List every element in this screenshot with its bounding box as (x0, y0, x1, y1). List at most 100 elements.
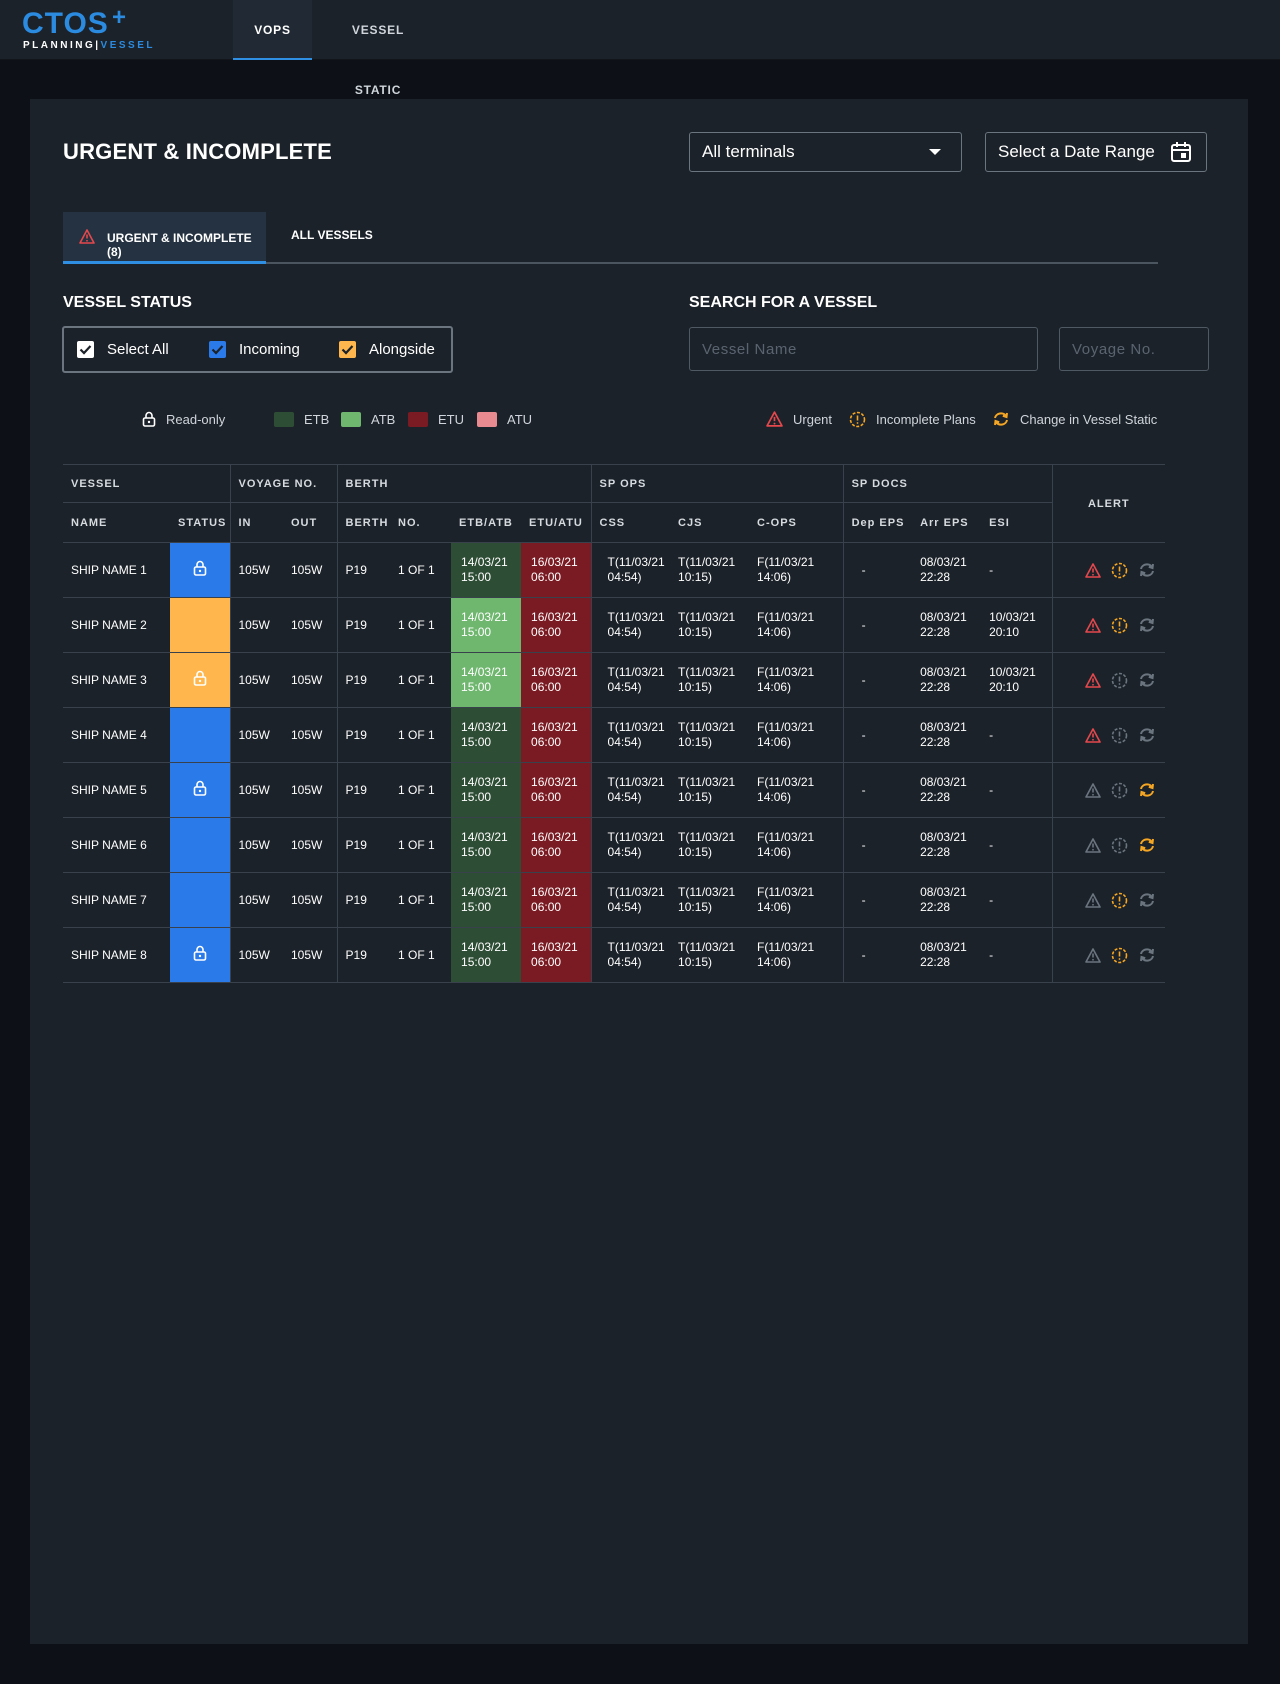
col-etb-atb[interactable]: ETB/ATB (451, 502, 522, 543)
col-arr-eps[interactable]: Arr EPS (912, 502, 982, 543)
c-ops-line2: 14:06) (757, 625, 792, 639)
cell-c-ops: F(11/03/21 14:06) (749, 597, 844, 653)
ctos-logo[interactable]: CTOS + PLANNING|VESSEL (22, 4, 152, 54)
table-row[interactable]: SHIP NAME 7 105W 105W P19 1 OF 1 14/03/21 15:0… (63, 872, 1166, 928)
change-alert-icon[interactable] (1138, 782, 1156, 798)
cell-name[interactable]: SHIP NAME 7 (63, 872, 170, 928)
etb-atb-line1: 14/03/21 (461, 665, 508, 679)
cell-name[interactable]: SHIP NAME 1 (63, 542, 170, 598)
cell-name[interactable]: SHIP NAME 6 (63, 817, 170, 873)
css-line2: 04:54) (607, 900, 642, 914)
cell-dep-eps: - (842, 817, 913, 873)
date-range-picker[interactable]: Select a Date Range (985, 132, 1207, 172)
cell-name[interactable]: SHIP NAME 5 (63, 762, 170, 818)
incomplete-alert-icon[interactable] (1111, 782, 1128, 799)
col-c-ops[interactable]: C-OPS (749, 502, 844, 543)
tab-urgent-incomplete[interactable]: URGENT & INCOMPLETE (8) (63, 212, 266, 264)
terminal-select[interactable]: All terminals (689, 132, 962, 172)
col-etu-atu[interactable]: ETU/ATU (521, 502, 592, 543)
cell-esi: - (981, 707, 1053, 763)
etb-atb-line1: 14/03/21 (461, 940, 508, 954)
incomplete-alert-icon[interactable] (1111, 672, 1128, 689)
cell-c-ops: F(11/03/21 14:06) (749, 652, 844, 708)
table-row[interactable]: SHIP NAME 5 105W 105W P19 1 OF 1 14/03/21 15:0… (63, 762, 1166, 818)
nav-tab-vessel-static[interactable]: VESSEL STATIC (330, 0, 426, 97)
urgent-alert-icon[interactable] (1084, 617, 1101, 633)
table-row[interactable]: SHIP NAME 6 105W 105W P19 1 OF 1 14/03/21 15:0… (63, 817, 1166, 873)
cell-out: 105W (283, 652, 338, 708)
cell-status (170, 597, 230, 653)
view-tabs: URGENT & INCOMPLETE (8) ALL VESSELS (63, 212, 1158, 264)
calendar-icon (1171, 142, 1191, 162)
table-row[interactable]: SHIP NAME 2 105W 105W P19 1 OF 1 14/03/21 15:0… (63, 597, 1166, 653)
cell-no: 1 OF 1 (390, 817, 452, 873)
urgent-alert-icon[interactable] (1084, 727, 1101, 743)
col-out[interactable]: OUT (283, 502, 338, 543)
check-icon (209, 341, 226, 358)
cell-name[interactable]: SHIP NAME 2 (63, 597, 170, 653)
cell-esi: - (981, 817, 1053, 873)
table-row[interactable]: SHIP NAME 1 105W 105W P19 1 OF 1 14/03/21 15:0… (63, 542, 1166, 598)
vessel-name-input[interactable] (689, 327, 1038, 371)
col-status[interactable]: STATUS (170, 502, 230, 543)
col-in[interactable]: IN (229, 502, 283, 543)
incomplete-alert-icon[interactable] (1111, 617, 1128, 634)
cell-out: 105W (283, 762, 338, 818)
change-alert-icon[interactable] (1138, 837, 1156, 853)
cell-etu-atu: 16/03/21 06:00 (521, 542, 592, 598)
cell-out: 105W (283, 872, 338, 928)
cell-name[interactable]: SHIP NAME 3 (63, 652, 170, 708)
cell-cjs: T(11/03/21 10:15) (670, 707, 750, 763)
c-ops-line1: F(11/03/21 (757, 940, 815, 954)
cjs-line1: T(11/03/21 (678, 610, 736, 624)
change-alert-icon[interactable] (1138, 727, 1156, 743)
etu-atu-line1: 16/03/21 (531, 885, 578, 899)
nav-tab-vops[interactable]: VOPS (233, 0, 312, 60)
table-row[interactable]: SHIP NAME 3 105W 105W P19 1 OF 1 14/03/21 15:0… (63, 652, 1166, 708)
tab-all-vessels[interactable]: ALL VESSELS (291, 212, 373, 264)
table-row[interactable]: SHIP NAME 4 105W 105W P19 1 OF 1 14/03/21 15:0… (63, 707, 1166, 763)
check-icon (77, 341, 94, 358)
col-esi[interactable]: ESI (981, 502, 1053, 543)
voyage-no-input[interactable] (1059, 327, 1209, 371)
cell-name[interactable]: SHIP NAME 4 (63, 707, 170, 763)
col-name[interactable]: NAME (63, 502, 170, 543)
change-alert-icon[interactable] (1138, 947, 1156, 963)
incomplete-alert-icon[interactable] (1111, 892, 1128, 909)
col-css[interactable]: CSS (590, 502, 671, 543)
group-vessel: VESSEL (63, 464, 230, 503)
urgent-alert-icon[interactable] (1084, 892, 1101, 908)
change-alert-icon[interactable] (1138, 562, 1156, 578)
arr-eps-line1: 08/03/21 (920, 830, 967, 844)
col-cjs[interactable]: CJS (670, 502, 750, 543)
group-berth: BERTH (336, 464, 592, 503)
urgent-alert-icon[interactable] (1084, 947, 1101, 963)
urgent-alert-icon[interactable] (1084, 562, 1101, 578)
incomplete-alert-icon[interactable] (1111, 727, 1128, 744)
cell-name[interactable]: SHIP NAME 8 (63, 927, 170, 983)
css-line2: 04:54) (607, 955, 642, 969)
esi-line1: - (989, 947, 994, 962)
incomplete-alert-icon[interactable] (1111, 947, 1128, 964)
change-alert-icon[interactable] (1138, 617, 1156, 633)
urgent-alert-icon[interactable] (1084, 782, 1101, 798)
cell-in: 105W (229, 762, 283, 818)
change-alert-icon[interactable] (1138, 672, 1156, 688)
incomplete-alert-icon[interactable] (1111, 562, 1128, 579)
change-alert-icon[interactable] (1138, 892, 1156, 908)
col-no[interactable]: NO. (390, 502, 452, 543)
vessel-table: VESSEL VOYAGE NO. BERTH SP OPS SP DOCS A… (63, 464, 1166, 983)
urgent-alert-icon[interactable] (1084, 837, 1101, 853)
col-berth[interactable]: BERTH (336, 502, 391, 543)
etu-atu-line2: 06:00 (531, 680, 562, 694)
esi-line2: 20:10 (989, 625, 1020, 639)
legend-etb: ETB (274, 409, 329, 429)
table-row[interactable]: SHIP NAME 8 105W 105W P19 1 OF 1 14/03/21 15:0… (63, 927, 1166, 983)
checkbox-select-all[interactable]: Select All (77, 341, 169, 358)
cell-etu-atu: 16/03/21 06:00 (521, 597, 592, 653)
incomplete-alert-icon[interactable] (1111, 837, 1128, 854)
checkbox-alongside[interactable]: Alongside (339, 341, 435, 358)
urgent-alert-icon[interactable] (1084, 672, 1101, 688)
col-dep-eps[interactable]: Dep EPS (842, 502, 913, 543)
checkbox-incoming[interactable]: Incoming (209, 341, 300, 358)
